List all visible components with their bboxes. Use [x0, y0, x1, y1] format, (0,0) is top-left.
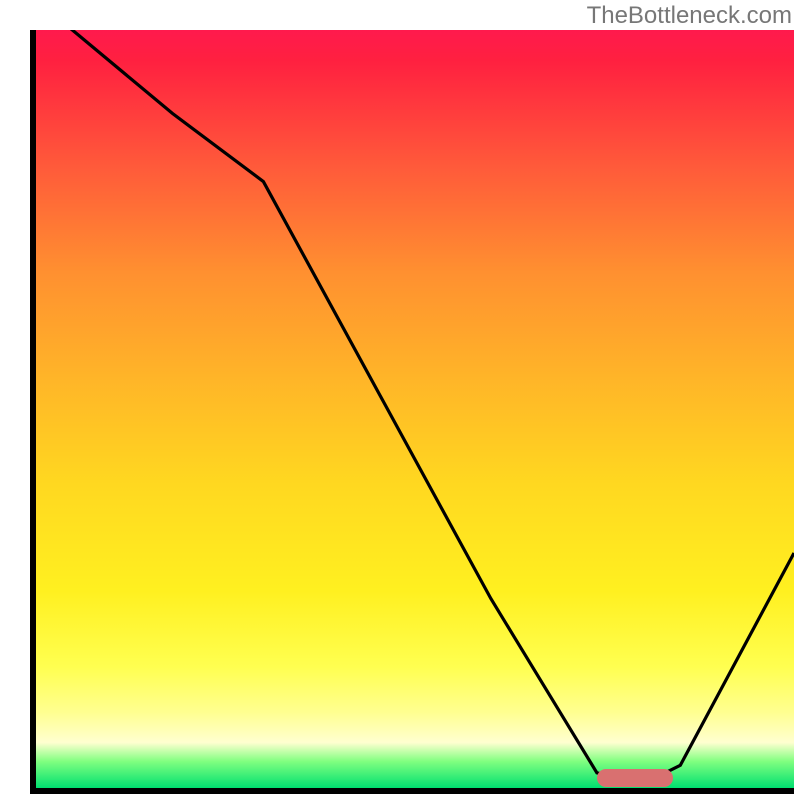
optimal-range-marker [597, 769, 673, 787]
watermark-text: TheBottleneck.com [587, 2, 792, 30]
plot-area [30, 30, 794, 794]
chart-container: TheBottleneck.com [0, 0, 800, 800]
bottleneck-curve [36, 30, 794, 788]
